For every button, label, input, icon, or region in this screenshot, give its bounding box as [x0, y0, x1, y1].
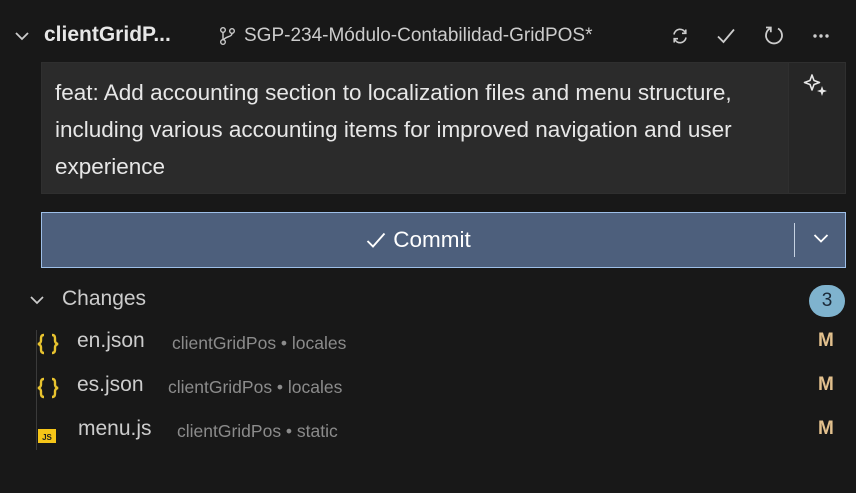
git-branch-icon[interactable] [218, 26, 238, 46]
file-description: clientGridPos • static [177, 421, 338, 441]
commit-message-text[interactable]: feat: Add accounting section to localiza… [55, 74, 735, 185]
changes-count-badge: 3 [809, 285, 845, 317]
commit-message-input[interactable]: feat: Add accounting section to localiza… [41, 62, 846, 194]
commit-button[interactable]: Commit [41, 212, 846, 268]
changes-section-header[interactable]: Changes [0, 283, 856, 317]
file-description: clientGridPos • locales [172, 333, 347, 353]
file-description: clientGridPos • locales [168, 377, 343, 397]
js-icon: JS [35, 420, 61, 444]
file-name: menu.js [78, 417, 152, 440]
json-icon [35, 376, 61, 400]
source-control-panel: clientGridP... SGP-234-Módulo-Contabilid… [0, 0, 856, 493]
sync-icon[interactable] [667, 23, 693, 49]
file-name: es.json [77, 373, 144, 396]
chevron-down-icon [811, 228, 831, 253]
svg-text:JS: JS [42, 433, 52, 442]
changed-file-row[interactable]: JS menu.js clientGridPos • static M [0, 415, 856, 449]
branch-name[interactable]: SGP-234-Módulo-Contabilidad-GridPOS* [244, 25, 593, 47]
commit-dropdown-button[interactable] [795, 213, 846, 267]
changed-file-row[interactable]: es.json clientGridPos • locales M [0, 371, 856, 405]
file-status-modified: M [818, 374, 834, 395]
changed-file-row[interactable]: en.json clientGridPos • locales M [0, 327, 856, 361]
repository-header[interactable]: clientGridP... SGP-234-Módulo-Contabilid… [0, 16, 856, 56]
commit-message-actions [788, 63, 845, 193]
sparkle-icon[interactable] [803, 73, 831, 101]
chevron-down-icon[interactable] [12, 26, 32, 46]
refresh-icon[interactable] [761, 23, 787, 49]
changes-label: Changes [62, 287, 147, 310]
repository-name: clientGridP... [44, 23, 171, 46]
commit-button-label: Commit [393, 227, 471, 252]
commit-button-main[interactable]: Commit [42, 213, 794, 267]
chevron-down-icon[interactable] [28, 291, 46, 309]
file-status-modified: M [818, 418, 834, 439]
file-name: en.json [77, 329, 145, 352]
check-icon[interactable] [713, 23, 739, 49]
check-icon [365, 229, 387, 251]
json-icon [35, 332, 61, 356]
more-icon[interactable] [808, 23, 834, 49]
file-status-modified: M [818, 330, 834, 351]
